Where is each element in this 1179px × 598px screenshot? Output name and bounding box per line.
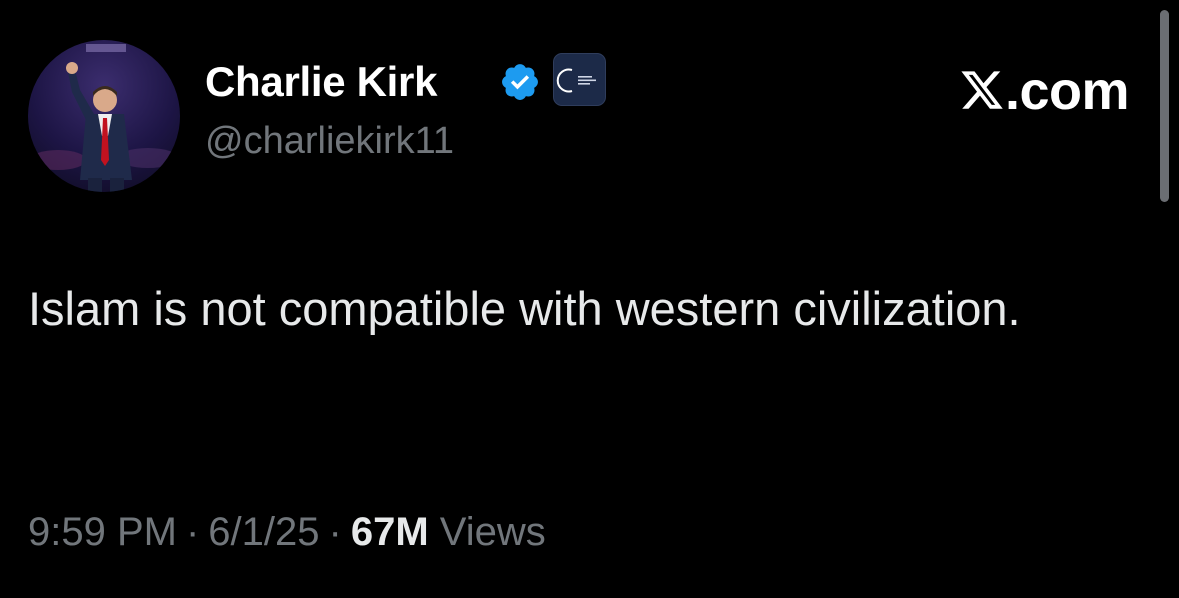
views-label: Views <box>439 510 546 554</box>
affiliate-logo-icon[interactable] <box>553 53 606 106</box>
x-logo-icon <box>961 71 1003 109</box>
brand-label: .com <box>1004 61 1130 121</box>
separator: · <box>185 510 200 554</box>
tweet-date[interactable]: 6/1/25 <box>208 510 319 554</box>
avatar[interactable] <box>28 40 180 192</box>
tweet-card: Charlie Kirk @charliekirk11 .com Islam i… <box>0 0 1179 598</box>
tweet-text: Islam is not compatible with western civ… <box>28 282 1021 335</box>
views-count: 67M <box>350 510 429 554</box>
tweet-metadata: 9:59 PM · 6/1/25 · 67M Views <box>28 510 546 555</box>
tweet-time[interactable]: 9:59 PM <box>28 510 177 554</box>
author-display-name[interactable]: Charlie Kirk <box>205 58 437 106</box>
brand-watermark: .com <box>959 60 1130 122</box>
separator: · <box>328 510 342 554</box>
verified-badge-icon <box>502 64 538 100</box>
scrollbar[interactable] <box>1160 10 1169 202</box>
author-handle[interactable]: @charliekirk11 <box>205 120 454 163</box>
